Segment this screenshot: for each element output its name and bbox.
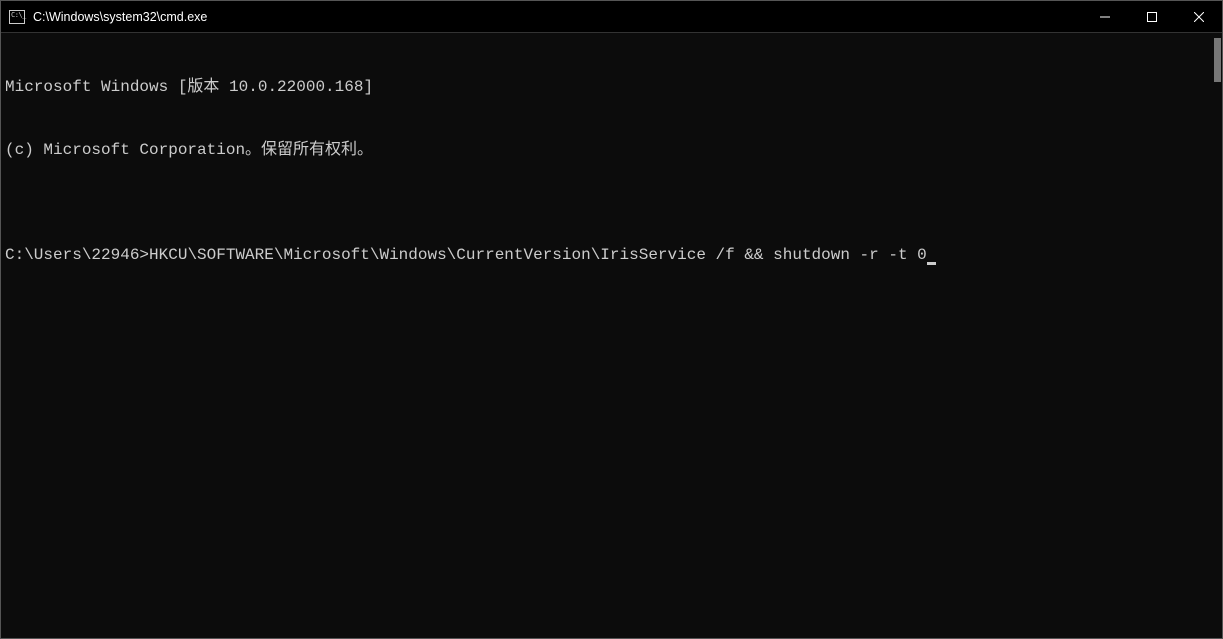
- scrollbar-thumb[interactable]: [1214, 38, 1221, 82]
- command-line: C:\Users\22946>HKCU\SOFTWARE\Microsoft\W…: [5, 245, 1218, 266]
- minimize-icon: [1100, 12, 1110, 22]
- banner-line-2: (c) Microsoft Corporation。保留所有权利。: [5, 140, 1218, 161]
- close-button[interactable]: [1175, 1, 1222, 32]
- terminal-content: Microsoft Windows [版本 10.0.22000.168] (c…: [5, 35, 1218, 308]
- close-icon: [1194, 12, 1204, 22]
- window-controls: [1081, 1, 1222, 32]
- minimize-button[interactable]: [1081, 1, 1128, 32]
- prompt-text: C:\Users\22946>: [5, 246, 149, 264]
- maximize-icon: [1147, 12, 1157, 22]
- command-text: HKCU\SOFTWARE\Microsoft\Windows\CurrentV…: [149, 246, 927, 264]
- maximize-button[interactable]: [1128, 1, 1175, 32]
- window-title: C:\Windows\system32\cmd.exe: [33, 10, 1081, 24]
- titlebar[interactable]: C:\Windows\system32\cmd.exe: [1, 1, 1222, 33]
- cmd-icon: [9, 10, 25, 24]
- cursor: [927, 262, 936, 265]
- banner-line-1: Microsoft Windows [版本 10.0.22000.168]: [5, 77, 1218, 98]
- cmd-window: C:\Windows\system32\cmd.exe Micr: [0, 0, 1223, 639]
- terminal-body[interactable]: Microsoft Windows [版本 10.0.22000.168] (c…: [1, 33, 1222, 638]
